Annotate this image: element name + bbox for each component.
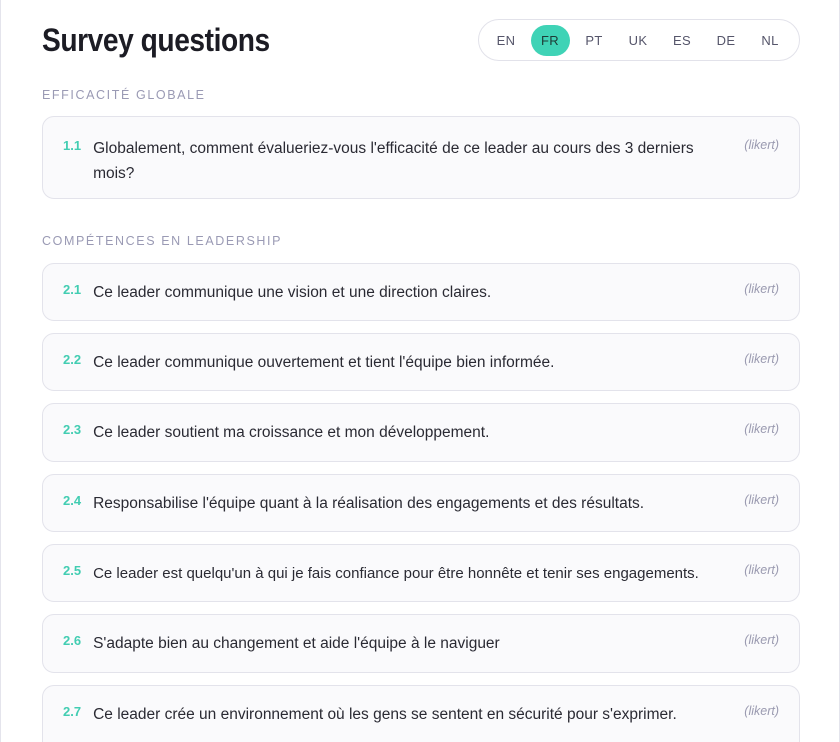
question-text: Globalement, comment évalueriez-vous l'e… xyxy=(93,140,694,182)
question-number: 2.2 xyxy=(63,352,82,367)
question-text: Ce leader communique une vision et une d… xyxy=(93,284,492,301)
question-type: (likert) xyxy=(744,493,779,507)
question-type: (likert) xyxy=(744,282,779,296)
header: Survey questions EN FR PT UK ES DE NL xyxy=(42,19,800,61)
question-card-2-1[interactable]: 2.1 Ce leader communique une vision et u… xyxy=(42,263,800,321)
question-type: (likert) xyxy=(744,563,779,577)
question-card-2-5[interactable]: 2.5 Ce leader est quelqu'un à qui je fai… xyxy=(42,544,800,602)
question-number: 2.4 xyxy=(63,493,82,508)
question-card-2-3[interactable]: 2.3 Ce leader soutient ma croissance et … xyxy=(42,403,800,462)
question-number: 2.1 xyxy=(63,282,82,297)
section-label-overall: EFFICACITÉ GLOBALE xyxy=(42,88,206,102)
question-text: S'adapte bien au changement et aide l'éq… xyxy=(93,635,500,652)
question-number: 2.7 xyxy=(63,704,82,719)
question-type: (likert) xyxy=(744,352,779,366)
lang-button-es[interactable]: ES xyxy=(663,25,702,56)
page-frame: Survey questions EN FR PT UK ES DE NL EF… xyxy=(0,0,840,742)
question-text: Ce leader est quelqu'un à qui je fais co… xyxy=(93,565,699,582)
lang-button-de[interactable]: DE xyxy=(707,25,746,56)
question-number: 2.3 xyxy=(63,422,82,437)
question-number: 2.5 xyxy=(63,563,82,578)
question-card-2-2[interactable]: 2.2 Ce leader communique ouvertement et … xyxy=(42,333,800,391)
language-switcher: EN FR PT UK ES DE NL xyxy=(478,19,800,61)
question-type: (likert) xyxy=(744,633,779,647)
question-type: (likert) xyxy=(744,138,779,152)
section-label-leadership: COMPÉTENCES EN LEADERSHIP xyxy=(42,234,283,248)
question-number: 1.1 xyxy=(63,138,82,153)
lang-button-en[interactable]: EN xyxy=(487,25,526,56)
question-text: Responsabilise l'équipe quant à la réali… xyxy=(93,495,645,512)
question-type: (likert) xyxy=(744,704,779,718)
lang-button-uk[interactable]: UK xyxy=(619,25,658,56)
question-text: Ce leader crée un environnement où les g… xyxy=(93,706,677,723)
lang-button-pt[interactable]: PT xyxy=(575,25,614,56)
lang-button-fr[interactable]: FR xyxy=(530,24,570,56)
question-number: 2.6 xyxy=(63,633,82,648)
question-card-2-4[interactable]: 2.4 Responsabilise l'équipe quant à la r… xyxy=(42,474,800,532)
question-card-1-1[interactable]: 1.1 Globalement, comment évalueriez-vous… xyxy=(42,116,800,199)
question-text: Ce leader communique ouvertement et tien… xyxy=(93,354,555,371)
question-card-2-7[interactable]: 2.7 Ce leader crée un environnement où l… xyxy=(42,685,800,742)
page-title: Survey questions xyxy=(42,21,270,58)
question-type: (likert) xyxy=(744,422,779,436)
question-card-2-6[interactable]: 2.6 S'adapte bien au changement et aide … xyxy=(42,614,800,673)
question-text: Ce leader soutient ma croissance et mon … xyxy=(93,424,490,441)
lang-button-nl[interactable]: NL xyxy=(751,25,790,56)
